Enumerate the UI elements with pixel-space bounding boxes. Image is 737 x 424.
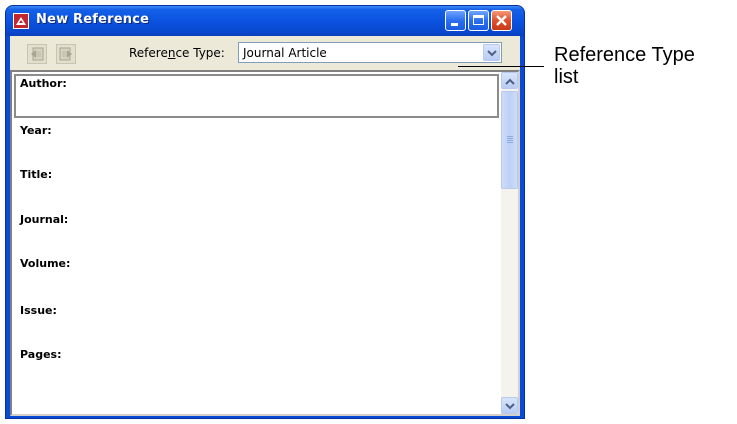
reference-type-dropdown-button[interactable] xyxy=(483,44,500,61)
new-reference-window: New Reference Reference Type: Journal Ar… xyxy=(5,5,525,419)
reference-type-value: Journal Article xyxy=(243,46,327,60)
scroll-up-button[interactable] xyxy=(501,72,518,89)
chevron-down-icon xyxy=(487,50,497,57)
title-bar[interactable]: New Reference xyxy=(6,6,524,36)
vertical-scrollbar[interactable] xyxy=(501,72,518,414)
reference-fields-panel: Author: Year: Title: Journal: Volume: Is… xyxy=(10,70,520,416)
minimize-icon xyxy=(451,23,458,26)
maximize-icon xyxy=(473,15,484,25)
reference-toolbar: Reference Type: Journal Article xyxy=(10,36,520,70)
author-field[interactable] xyxy=(14,74,499,118)
next-reference-icon xyxy=(59,47,72,61)
callout-leader-line xyxy=(458,66,544,67)
volume-label: Volume: xyxy=(20,257,71,270)
issue-label: Issue: xyxy=(20,304,57,317)
next-reference-button[interactable] xyxy=(56,44,76,64)
close-button[interactable] xyxy=(491,10,512,31)
reference-type-select[interactable]: Journal Article xyxy=(238,42,502,63)
callout-line-1: Reference Type xyxy=(554,44,695,66)
journal-label: Journal: xyxy=(20,213,69,226)
close-icon xyxy=(496,15,507,26)
callout-line-2: list xyxy=(554,66,579,88)
previous-reference-button[interactable] xyxy=(27,44,47,64)
minimize-button[interactable] xyxy=(445,10,466,31)
chevron-down-icon xyxy=(505,403,515,410)
endnote-app-icon[interactable] xyxy=(13,13,29,29)
chevron-up-icon xyxy=(505,78,515,85)
previous-reference-icon xyxy=(31,47,44,61)
scroll-down-button[interactable] xyxy=(501,397,518,414)
pages-label: Pages: xyxy=(20,348,62,361)
grip-icon xyxy=(507,136,513,144)
maximize-button[interactable] xyxy=(468,10,489,31)
scroll-thumb[interactable] xyxy=(501,91,518,189)
year-label: Year: xyxy=(20,124,52,137)
author-label: Author: xyxy=(20,77,67,90)
window-title: New Reference xyxy=(36,12,150,27)
title-label: Title: xyxy=(20,168,53,181)
reference-type-label: Reference Type: xyxy=(129,46,225,60)
callout-label: Reference Type list xyxy=(554,44,734,88)
